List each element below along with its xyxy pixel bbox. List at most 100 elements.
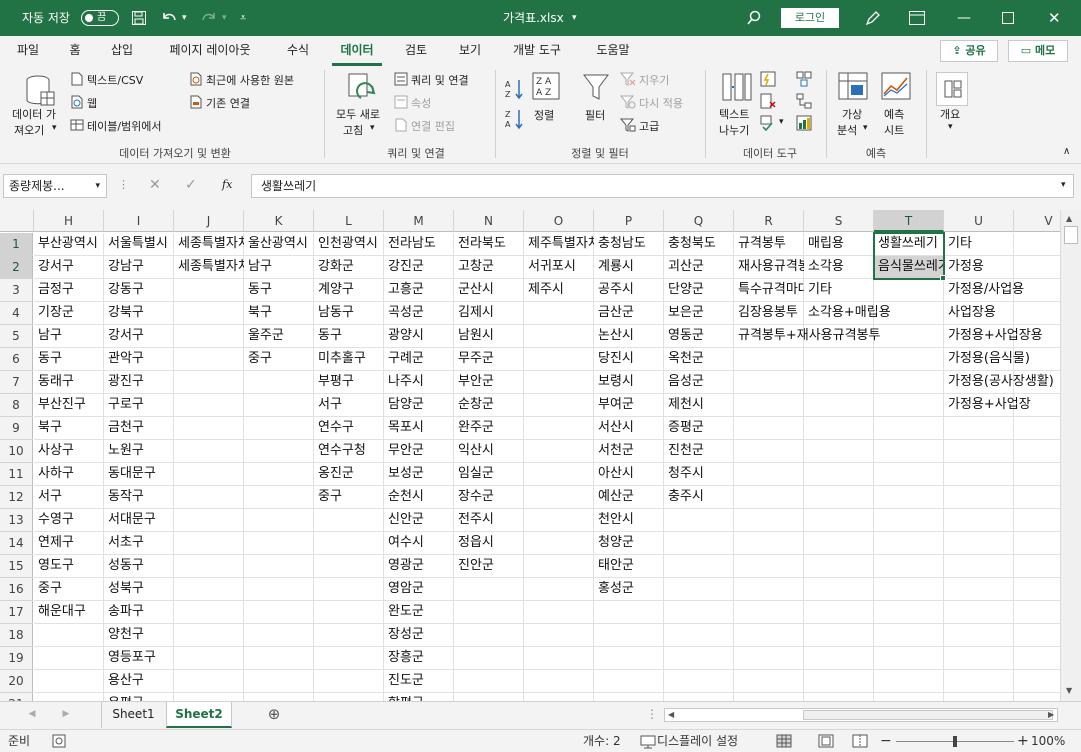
outline-button[interactable]: 개요 bbox=[940, 106, 960, 122]
maximize-icon[interactable] bbox=[1002, 12, 1014, 24]
row-header[interactable]: 4 bbox=[0, 302, 33, 325]
row-header[interactable]: 3 bbox=[0, 279, 33, 302]
search-icon[interactable] bbox=[746, 10, 762, 26]
macro-record-icon[interactable] bbox=[52, 734, 66, 748]
zoom-level[interactable]: 100% bbox=[1031, 730, 1065, 752]
row-header[interactable]: 13 bbox=[0, 509, 33, 532]
column-header[interactable]: K bbox=[244, 210, 314, 232]
existing-connections-button[interactable]: 기존 연결 bbox=[206, 95, 250, 111]
row-header[interactable]: 16 bbox=[0, 578, 33, 601]
zoom-out-icon[interactable]: − bbox=[880, 730, 892, 752]
undo-icon[interactable] bbox=[160, 10, 178, 26]
memo-button[interactable]: ▭ 메모 bbox=[1008, 40, 1068, 62]
tab-developer[interactable]: 개발 도구 bbox=[501, 36, 573, 66]
forecast-sheet-line1[interactable]: 예측 bbox=[884, 106, 904, 122]
scroll-up-icon[interactable]: ▲ bbox=[1066, 214, 1072, 223]
remove-duplicates-icon[interactable] bbox=[760, 93, 776, 109]
scroll-left-icon[interactable]: ◀ bbox=[668, 709, 674, 721]
page-break-view-icon[interactable] bbox=[852, 734, 868, 748]
refresh-dropdown-icon[interactable]: ▾ bbox=[370, 123, 375, 133]
column-header[interactable]: L bbox=[314, 210, 384, 232]
pen-icon[interactable] bbox=[864, 9, 882, 27]
refresh-all-button-line2[interactable]: 고침 bbox=[343, 122, 363, 138]
file-name-dropdown-icon[interactable]: ▾ bbox=[572, 0, 577, 36]
fill-handle[interactable] bbox=[940, 275, 946, 281]
expand-formula-bar-icon[interactable]: ▾ bbox=[1061, 180, 1066, 190]
prev-sheet-icon[interactable]: ◀ bbox=[26, 702, 38, 728]
autosave-toggle[interactable]: 끔 bbox=[81, 10, 119, 26]
column-header[interactable]: T bbox=[874, 210, 944, 232]
row-header[interactable]: 21 bbox=[0, 693, 33, 701]
row-header[interactable]: 7 bbox=[0, 371, 33, 394]
cell[interactable] bbox=[34, 670, 104, 693]
what-if-analysis-line2[interactable]: 분석 bbox=[837, 122, 857, 138]
column-header[interactable]: Q bbox=[664, 210, 734, 232]
row-header[interactable]: 14 bbox=[0, 532, 33, 555]
zoom-slider-thumb[interactable] bbox=[953, 736, 957, 747]
sort-za-icon[interactable]: ZA bbox=[505, 108, 525, 130]
queries-connections-button[interactable]: 쿼리 및 연결 bbox=[411, 72, 469, 88]
formula-bar-handle-icon[interactable]: ⋮ bbox=[118, 178, 129, 191]
normal-view-icon[interactable] bbox=[776, 734, 792, 748]
collapse-ribbon-icon[interactable]: ∧ bbox=[1063, 146, 1070, 157]
row-header[interactable]: 18 bbox=[0, 624, 33, 647]
text-to-columns-line2[interactable]: 나누기 bbox=[719, 122, 749, 138]
tab-help[interactable]: 도움말 bbox=[584, 36, 642, 66]
customize-toolbar-icon[interactable]: ⩡ bbox=[240, 0, 246, 36]
row-header[interactable]: 17 bbox=[0, 601, 33, 624]
relationships-icon[interactable] bbox=[796, 93, 812, 109]
vertical-scrollbar[interactable]: ▲ ▼ bbox=[1060, 210, 1081, 701]
ribbon-display-icon[interactable] bbox=[908, 10, 926, 26]
from-text-csv-button[interactable]: 텍스트/CSV bbox=[87, 72, 143, 88]
add-sheet-icon[interactable]: ⊕ bbox=[264, 702, 284, 728]
tab-review[interactable]: 검토 bbox=[393, 36, 439, 66]
name-box-dropdown-icon[interactable]: ▾ bbox=[95, 175, 100, 197]
column-header[interactable]: M bbox=[384, 210, 454, 232]
consolidate-icon[interactable] bbox=[796, 71, 812, 87]
tab-data[interactable]: 데이터 bbox=[332, 36, 382, 66]
data-model-icon[interactable] bbox=[796, 115, 812, 131]
cell[interactable] bbox=[34, 647, 104, 670]
row-header[interactable]: 19 bbox=[0, 647, 33, 670]
column-header[interactable]: N bbox=[454, 210, 524, 232]
data-validation-icon[interactable] bbox=[760, 115, 776, 131]
data-validation-dropdown-icon[interactable]: ▾ bbox=[779, 117, 784, 127]
flash-fill-icon[interactable] bbox=[760, 71, 776, 87]
what-if-analysis-line1[interactable]: 가상 bbox=[842, 106, 862, 122]
cell[interactable] bbox=[34, 624, 104, 647]
tab-view[interactable]: 보기 bbox=[447, 36, 493, 66]
minimize-icon[interactable]: — bbox=[957, 0, 971, 36]
horizontal-scroll-thumb[interactable] bbox=[803, 710, 1053, 720]
row-header[interactable]: 15 bbox=[0, 555, 33, 578]
sheet-tab-sheet2[interactable]: Sheet2 bbox=[166, 702, 232, 728]
tab-home[interactable]: 홈 bbox=[58, 36, 92, 66]
scroll-right-icon[interactable]: ▶ bbox=[1048, 709, 1054, 721]
column-header[interactable]: R bbox=[734, 210, 804, 232]
page-layout-view-icon[interactable] bbox=[818, 734, 834, 748]
outline-dropdown-icon[interactable]: ▾ bbox=[948, 122, 953, 132]
column-header[interactable]: J bbox=[174, 210, 244, 232]
horizontal-scrollbar[interactable]: ◀ ▶ bbox=[664, 708, 1058, 722]
select-all-corner[interactable] bbox=[0, 210, 34, 232]
close-icon[interactable]: ✕ bbox=[1048, 0, 1061, 36]
get-data-dropdown-icon[interactable]: ▾ bbox=[52, 123, 57, 133]
get-data-button-line2[interactable]: 져오기 bbox=[14, 122, 44, 138]
display-settings-button[interactable]: 디스플레이 설정 bbox=[657, 730, 738, 752]
column-header[interactable]: U bbox=[944, 210, 1014, 232]
save-icon[interactable] bbox=[131, 10, 147, 26]
from-web-button[interactable]: 웹 bbox=[87, 95, 97, 111]
tab-file[interactable]: 파일 bbox=[8, 36, 48, 66]
zoom-in-icon[interactable]: + bbox=[1017, 730, 1029, 752]
row-header[interactable]: 5 bbox=[0, 325, 33, 348]
row-header[interactable]: 6 bbox=[0, 348, 33, 371]
column-header[interactable]: P bbox=[594, 210, 664, 232]
sheet-tab-sheet1[interactable]: Sheet1 bbox=[101, 702, 165, 728]
column-header[interactable]: I bbox=[104, 210, 174, 232]
row-header[interactable]: 1 bbox=[0, 233, 33, 256]
row-header[interactable]: 2 bbox=[0, 256, 33, 279]
column-header[interactable]: H bbox=[34, 210, 104, 232]
filter-button[interactable]: 필터 bbox=[585, 107, 605, 123]
row-header[interactable]: 10 bbox=[0, 440, 33, 463]
scroll-down-icon[interactable]: ▼ bbox=[1066, 686, 1072, 695]
tab-split-handle-icon[interactable]: ⋮ bbox=[646, 702, 658, 728]
